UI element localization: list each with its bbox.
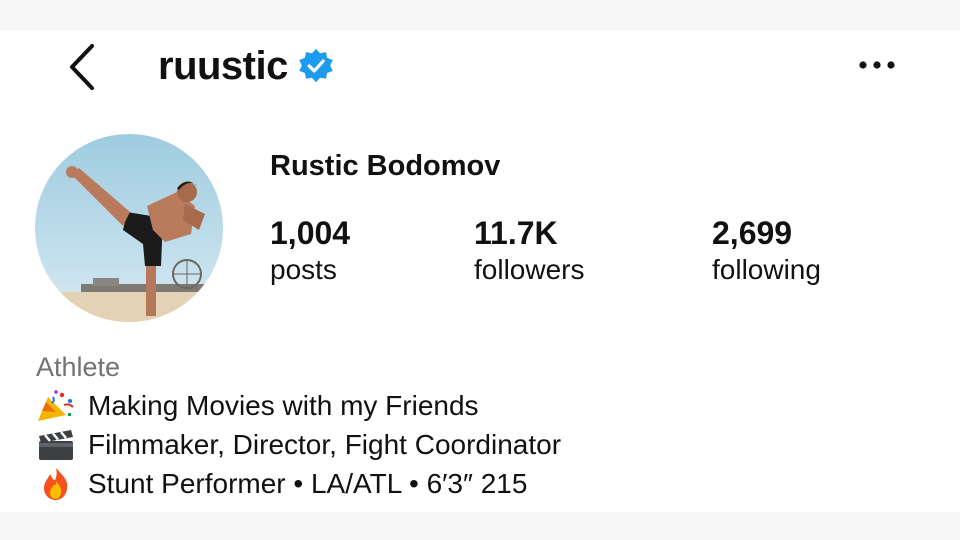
posts-label: posts (270, 254, 337, 285)
category-label: Athlete (36, 352, 121, 382)
chevron-left-icon (70, 44, 94, 90)
bio-line-text: Making Movies with my Friends (88, 390, 479, 421)
profile-photo (35, 134, 223, 322)
party-popper-icon (38, 389, 74, 421)
posts-count: 1,004 (270, 215, 351, 251)
followers-stat[interactable]: 11.7K followers (474, 214, 584, 288)
more-options-button[interactable] (854, 50, 902, 80)
username-area: ruustic (158, 40, 334, 92)
more-horizontal-icon (859, 61, 895, 69)
following-label: following (712, 254, 821, 285)
followers-label: followers (474, 254, 585, 285)
bio-line-text: Filmmaker, Director, Fight Coordinator (88, 429, 562, 460)
following-stat[interactable]: 2,699 following (712, 214, 821, 288)
bio-line: Making Movies with my Friends (36, 386, 916, 425)
fire-icon (44, 467, 68, 500)
back-button[interactable] (62, 42, 102, 92)
profile-screen: ruustic Rustic Bodomov 1,004 posts 11.7K… (0, 30, 960, 512)
username: ruustic (158, 44, 288, 88)
followers-count: 11.7K (474, 215, 558, 251)
bio-section: Athlete Making Movies with my Friends Fi… (36, 348, 916, 503)
bio-line: Stunt Performer • LA/ATL • 6′3″ 215 (36, 464, 916, 503)
verified-badge-icon (299, 48, 333, 83)
posts-stat[interactable]: 1,004 posts (270, 214, 350, 288)
following-count: 2,699 (712, 215, 793, 251)
profile-header: ruustic (0, 30, 960, 102)
avatar[interactable] (35, 134, 223, 322)
clapper-board-icon (39, 429, 73, 460)
bio-line-text: Stunt Performer • LA/ATL • 6′3″ 215 (88, 468, 528, 499)
bio-line: Filmmaker, Director, Fight Coordinator (36, 425, 916, 464)
display-name: Rustic Bodomov (270, 150, 501, 182)
